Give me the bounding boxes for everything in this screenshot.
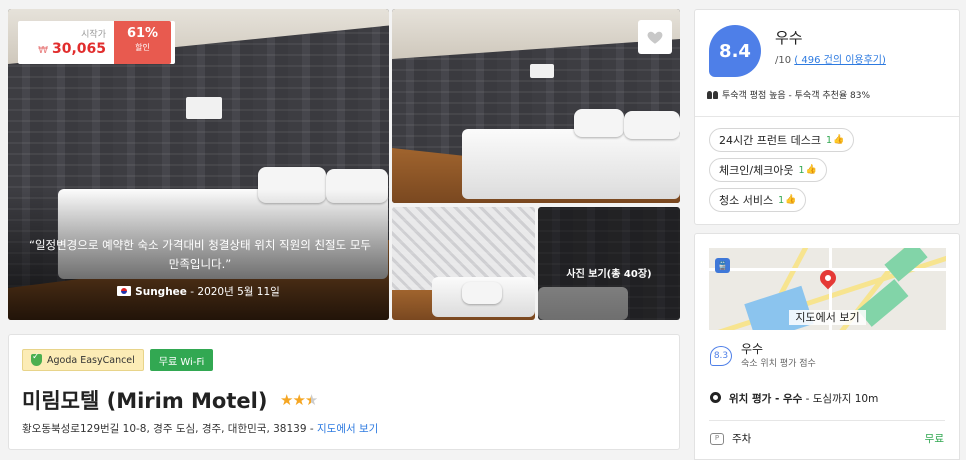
half-star-icon: ★ bbox=[304, 391, 318, 409]
traveler-line: 투숙객 평점 높음 - 투숙객 추천율 83% bbox=[722, 91, 871, 101]
korea-flag-icon bbox=[117, 286, 132, 296]
hotel-name: 미림모텔 (Mirim Motel) bbox=[22, 389, 268, 413]
review-score-word: 우수 bbox=[775, 29, 803, 47]
location-score-word: 우수 bbox=[741, 342, 764, 356]
parking-row: P 주차 무료 bbox=[710, 431, 944, 446]
map-thumbnail[interactable]: 🚆 지도에서 보기 bbox=[709, 248, 946, 330]
view-all-photos-button[interactable]: 사진 보기(총 40장) bbox=[538, 265, 680, 280]
review-count-link[interactable]: ( 496 건의 이용후기) bbox=[794, 55, 886, 66]
reviewer-line: Sunghee - 2020년 5월 11일 bbox=[8, 284, 389, 299]
address-map-link[interactable]: 지도에서 보기 bbox=[317, 423, 378, 435]
photo-3[interactable] bbox=[392, 207, 535, 320]
divider bbox=[709, 420, 945, 421]
photo-4[interactable]: 사진 보기(총 40장) bbox=[538, 207, 680, 320]
feature-chip[interactable]: 청소 서비스 1 👍 bbox=[709, 188, 807, 212]
photo-2[interactable] bbox=[392, 9, 680, 203]
hotel-address: 황오동북성로129번길 10-8, 경주 도심, 경주, 대한민국, 38139… bbox=[22, 421, 378, 436]
feature-chip[interactable]: 체크인/체크아웃 1 👍 bbox=[709, 158, 827, 182]
wifi-badge: 무료 Wi-Fi bbox=[149, 349, 214, 371]
hotel-info-card: Agoda EasyCancel 무료 Wi-Fi 미림모텔 (Mirim Mo… bbox=[8, 334, 680, 450]
parking-value: 무료 bbox=[924, 433, 944, 445]
discount-percent: 61% bbox=[126, 26, 159, 41]
score-out-of: /10 bbox=[775, 55, 795, 66]
train-station-icon: 🚆 bbox=[715, 258, 730, 273]
reviewer-name: Sunghee bbox=[135, 286, 187, 298]
discount-label: 할인 bbox=[135, 43, 150, 52]
easycancel-label: Agoda EasyCancel bbox=[47, 354, 135, 366]
chip-count: 1 bbox=[778, 194, 785, 206]
price-value: 30,065 bbox=[51, 41, 106, 57]
location-score: 8.3 bbox=[710, 346, 732, 366]
main-photo[interactable]: 시작가 ₩30,065 61% 할인 “일정변경으로 예약한 숙소 가격대비 청… bbox=[8, 9, 389, 320]
thumbs-up-icon: 👍 bbox=[785, 195, 797, 205]
divider bbox=[695, 116, 959, 117]
photo-gallery: 시작가 ₩30,065 61% 할인 “일정변경으로 예약한 숙소 가격대비 청… bbox=[8, 9, 680, 320]
feature-chips: 24시간 프런트 데스크 1 👍 체크인/체크아웃 1 👍 청소 서비스 1 👍 bbox=[709, 128, 855, 218]
medal-icon bbox=[710, 392, 721, 405]
location-rating-row: 위치 평가 - 우수 - 도심까지 10m bbox=[710, 391, 878, 406]
thumbs-up-icon: 👍 bbox=[833, 135, 845, 145]
thumbs-up-icon: 👍 bbox=[805, 165, 817, 175]
review-quote: “일정변경으로 예약한 숙소 가격대비 청결상태 위치 직원의 친절도 모두 만… bbox=[28, 238, 372, 271]
discount-badge: 61% 할인 bbox=[114, 21, 171, 64]
review-score-card: 8.4 우수 /10 ( 496 건의 이용후기) 투숙객 평점 높음 - 투숙… bbox=[694, 9, 960, 225]
view-map-button[interactable]: 지도에서 보기 bbox=[789, 310, 866, 325]
parking-label: 주차 bbox=[732, 433, 752, 445]
chip-label: 체크인/체크아웃 bbox=[719, 164, 794, 177]
traveler-summary: 투숙객 평점 높음 - 투숙객 추천율 83% bbox=[707, 88, 870, 101]
location-rating-bold: 위치 평가 - 우수 bbox=[729, 393, 803, 405]
star-icon: ★ bbox=[292, 391, 305, 409]
price-label: 시작가 bbox=[81, 30, 106, 40]
location-score-sub: 숙소 위치 평가 점수 bbox=[741, 359, 816, 369]
chip-count: 1 bbox=[798, 164, 805, 176]
price-box: 시작가 ₩30,065 61% 할인 bbox=[18, 21, 175, 64]
chip-label: 청소 서비스 bbox=[719, 194, 774, 207]
address-text: 황오동북성로129번길 10-8, 경주 도심, 경주, 대한민국, 38139… bbox=[22, 423, 317, 435]
star-icon: ★ bbox=[280, 391, 293, 409]
chip-label: 24시간 프런트 데스크 bbox=[719, 134, 821, 147]
parking-icon: P bbox=[710, 432, 724, 445]
easycancel-badge: Agoda EasyCancel bbox=[22, 349, 144, 371]
heart-icon bbox=[647, 31, 663, 44]
review-score-sub: /10 ( 496 건의 이용후기) bbox=[775, 51, 886, 66]
location-card: 🚆 지도에서 보기 8.3 우수 숙소 위치 평가 점수 위치 평가 - 우수 … bbox=[694, 233, 960, 460]
shield-check-icon bbox=[31, 352, 42, 366]
review-date: - 2020년 5월 11일 bbox=[190, 286, 280, 298]
star-rating: ★★★ bbox=[280, 391, 318, 409]
currency-symbol: ₩ bbox=[38, 45, 48, 56]
favorite-button[interactable] bbox=[638, 20, 672, 54]
feature-chip[interactable]: 24시간 프런트 데스크 1 👍 bbox=[709, 128, 855, 152]
chip-count: 1 bbox=[825, 134, 832, 146]
people-icon bbox=[707, 90, 719, 99]
location-rating-rest: - 도심까지 10m bbox=[802, 393, 879, 405]
review-score: 8.4 bbox=[709, 25, 761, 77]
